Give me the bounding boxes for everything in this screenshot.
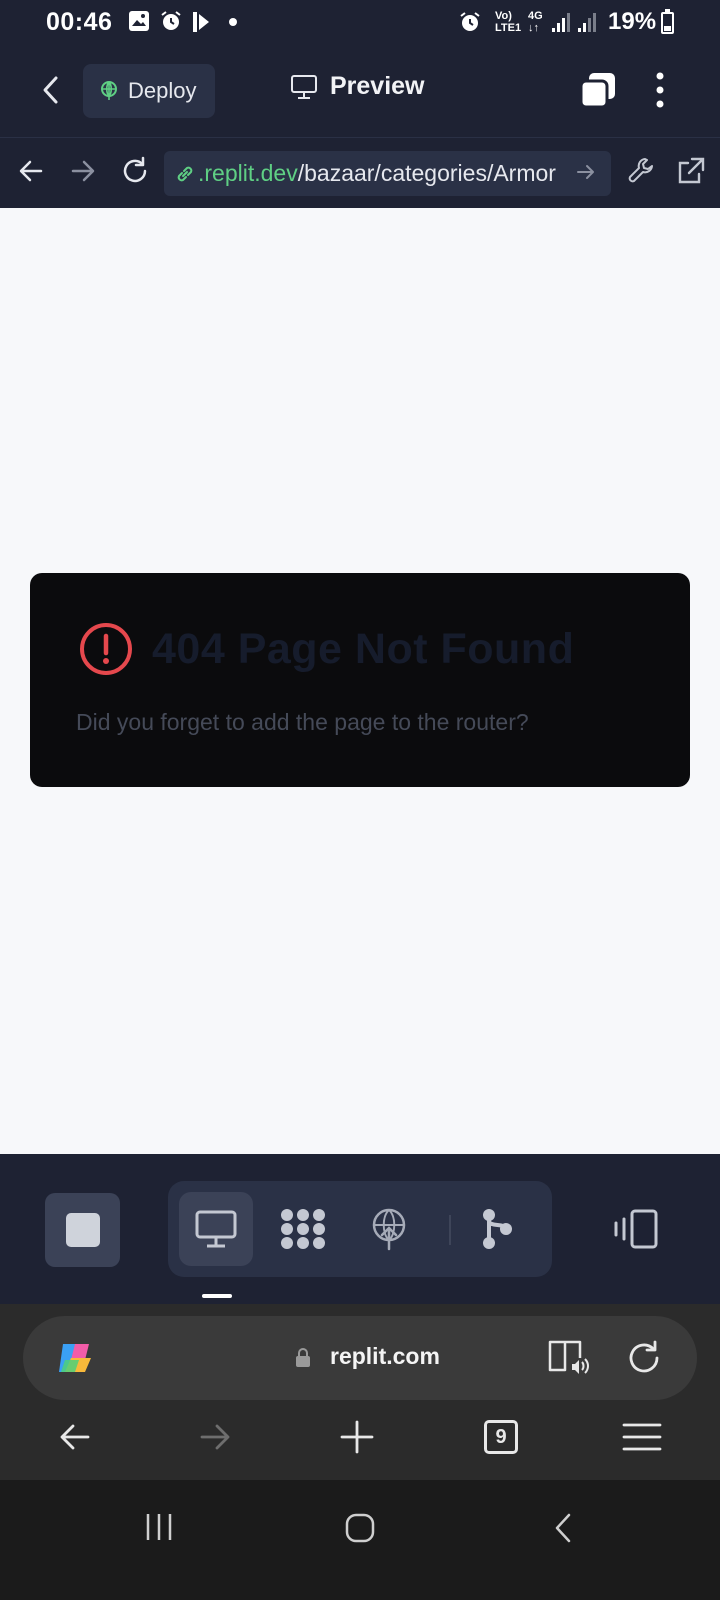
deploy-globe-icon	[372, 1208, 406, 1251]
alarm-icon	[460, 12, 480, 31]
preview-title-text: Preview	[330, 72, 425, 100]
deploy-label: Deploy	[128, 78, 197, 103]
signal-icon	[552, 13, 570, 32]
battery-percent: 19%	[608, 8, 657, 35]
menu-icon[interactable]	[622, 1420, 662, 1454]
preview-icon	[195, 1210, 237, 1248]
error-card: 404 Page Not Found Did you forget to add…	[30, 573, 690, 787]
copilot-icon[interactable]	[55, 1338, 97, 1378]
tabs-icon[interactable]	[578, 70, 618, 110]
reader-mode-icon[interactable]	[547, 1338, 589, 1376]
error-header: 404 Page Not Found	[78, 621, 574, 677]
open-external-icon[interactable]	[674, 154, 708, 188]
replit-header: Deploy Preview	[0, 44, 720, 138]
url-field[interactable]: .replit.dev/bazaar/categories/Armor	[164, 151, 611, 196]
scroll-indicator	[202, 1294, 232, 1298]
url-path: /bazaar/categories/Armor	[297, 160, 556, 186]
gallery-icon	[129, 11, 149, 31]
arrow-left-icon[interactable]	[14, 154, 48, 188]
browser-back-icon[interactable]	[58, 1420, 92, 1454]
status-bar: 00:46 Vo) LTE1 4G ↓↑ 19%	[0, 0, 720, 44]
preview-content: 404 Page Not Found Did you forget to add…	[0, 208, 720, 1154]
url-domain: .replit.dev	[198, 160, 298, 186]
system-nav-bar	[0, 1480, 720, 1600]
preview-url-bar: .replit.dev/bazaar/categories/Armor	[0, 138, 720, 208]
battery-icon	[661, 9, 674, 34]
alert-circle-icon	[80, 623, 132, 675]
alarm-icon	[161, 11, 181, 30]
error-title: 404 Page Not Found	[152, 624, 575, 673]
browser-nav-bar: 9	[0, 1400, 720, 1480]
browser-forward-icon[interactable]	[198, 1420, 232, 1454]
git-icon	[483, 1209, 512, 1249]
back-chevron-icon[interactable]	[36, 72, 68, 108]
new-tab-icon[interactable]	[340, 1420, 374, 1454]
replit-bottom-toolbar	[0, 1154, 720, 1304]
network-type: 4G ↓↑	[528, 10, 543, 34]
refresh-icon[interactable]	[118, 154, 152, 188]
tool-switcher	[168, 1181, 552, 1277]
browser-reload-icon[interactable]	[626, 1340, 662, 1376]
tool-git[interactable]	[460, 1192, 534, 1266]
tool-divider	[449, 1215, 451, 1245]
status-time: 00:46	[46, 8, 113, 36]
address-text: replit.com	[330, 1343, 440, 1369]
monitor-icon	[291, 74, 317, 99]
tool-deployments[interactable]	[352, 1192, 426, 1266]
address-bar[interactable]: replit.com	[23, 1316, 697, 1400]
recent-apps-icon[interactable]	[144, 1512, 174, 1542]
go-arrow-icon[interactable]	[573, 159, 599, 185]
stop-icon	[66, 1213, 100, 1247]
tool-preview[interactable]	[179, 1192, 253, 1266]
signal-icon-2	[578, 13, 596, 32]
error-message: Did you forget to add the page to the ro…	[76, 709, 529, 735]
device-frame-icon[interactable]	[612, 1209, 660, 1249]
system-back-icon[interactable]	[552, 1512, 574, 1544]
workflow-icon	[281, 1209, 325, 1249]
more-options-icon[interactable]	[650, 70, 670, 110]
deploy-icon	[101, 81, 117, 100]
tool-workflows[interactable]	[266, 1192, 340, 1266]
stop-button[interactable]	[45, 1193, 120, 1267]
lock-icon	[296, 1348, 310, 1367]
deploy-button[interactable]: Deploy	[83, 64, 215, 118]
volte-indicator: Vo) LTE1	[495, 10, 522, 34]
page-title: Preview	[290, 72, 425, 101]
link-icon	[177, 166, 193, 181]
replit-agent-icon	[193, 12, 209, 32]
arrow-right-icon[interactable]	[66, 154, 100, 188]
tab-count-button[interactable]: 9	[484, 1420, 518, 1454]
home-icon[interactable]	[344, 1512, 376, 1544]
wrench-icon[interactable]	[625, 154, 659, 188]
notification-dot-icon	[229, 18, 237, 26]
